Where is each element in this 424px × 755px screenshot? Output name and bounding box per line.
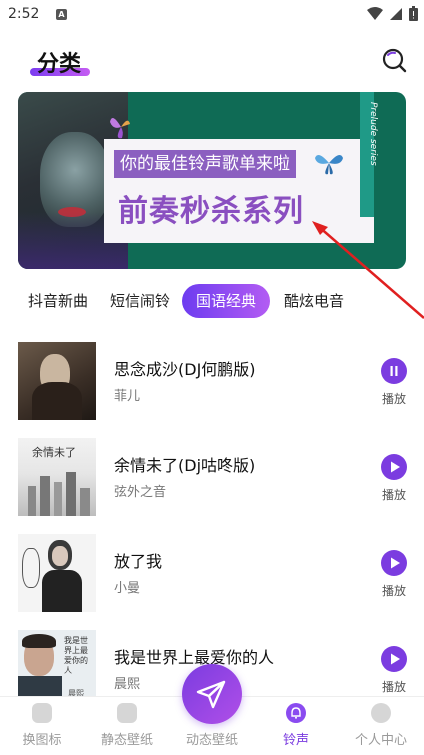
nav-profile[interactable]: 个人中心: [341, 703, 421, 748]
wifi-icon: [367, 6, 383, 20]
nav-label: 动态壁纸: [185, 733, 238, 748]
live-wallpaper-fab[interactable]: [182, 664, 242, 724]
play-icon: [391, 461, 400, 473]
song-artist: 弦外之音: [114, 485, 167, 500]
play-label: 播放: [381, 584, 406, 598]
bell-icon: [286, 703, 306, 723]
status-bar: 2:52 A: [0, 0, 424, 30]
play-button[interactable]: [381, 550, 407, 576]
nav-change-icon[interactable]: 换图标: [2, 703, 82, 748]
swap-icon: [32, 703, 52, 723]
signal-icon: [390, 7, 402, 20]
play-label: 播放: [381, 488, 406, 502]
search-icon: [382, 48, 407, 73]
pause-button[interactable]: [381, 358, 407, 384]
play-button[interactable]: [381, 646, 407, 672]
song-cover: 余情未了: [18, 438, 96, 516]
cover-text: 余情未了: [32, 446, 76, 459]
notification-icon: A: [56, 9, 67, 20]
play-label: 播放: [381, 392, 406, 406]
send-icon: [196, 680, 226, 709]
nav-label: 静态壁纸: [100, 733, 153, 748]
tab-cool-electronic[interactable]: 酷炫电音: [284, 284, 344, 318]
banner[interactable]: Prelude series 你的最佳铃声歌单来啦 前奏秒杀系列: [18, 92, 406, 269]
banner-vertical-text: Prelude series: [368, 102, 378, 166]
search-button[interactable]: [381, 47, 407, 73]
page-title: 分类: [37, 52, 82, 77]
butterfly-icon: [110, 118, 130, 139]
play-icon: [391, 557, 400, 569]
pause-icon: [390, 366, 398, 376]
battery-icon: [409, 6, 418, 21]
song-cover: [18, 534, 96, 612]
nav-label: 换图标: [22, 733, 62, 748]
song-artist: 小曼: [114, 581, 141, 596]
song-title: 放了我: [114, 552, 163, 571]
tab-sms-alarm[interactable]: 短信闹铃: [110, 284, 170, 318]
nav-label: 个人中心: [354, 733, 407, 748]
user-icon: [371, 703, 391, 723]
song-artist: 菲儿: [114, 389, 141, 404]
tab-mandarin-classics[interactable]: 国语经典: [182, 284, 271, 318]
nav-ringtone[interactable]: 铃声: [256, 703, 336, 748]
status-time: 2:52: [8, 6, 40, 22]
nav-label: 铃声: [282, 733, 309, 748]
play-label: 播放: [381, 680, 406, 694]
song-artist: 晨熙: [114, 677, 141, 692]
image-icon: [117, 703, 137, 723]
song-item[interactable]: 思念成沙(DJ何鹏版) 菲儿 播放: [0, 342, 424, 422]
nav-static-wallpaper[interactable]: 静态壁纸: [87, 703, 167, 748]
song-title: 余情未了(Dj咕咚版): [114, 456, 256, 475]
song-item[interactable]: 余情未了 余情未了(Dj咕咚版) 弦外之音 播放: [0, 438, 424, 518]
cover-text: 我是世界上最爱你的人: [64, 636, 88, 675]
song-item[interactable]: 放了我 小曼 播放: [0, 534, 424, 614]
play-icon: [391, 653, 400, 665]
banner-title: 前奏秒杀系列: [118, 194, 304, 229]
song-title: 思念成沙(DJ何鹏版): [114, 360, 256, 379]
banner-subtitle: 你的最佳铃声歌单来啦: [114, 150, 296, 178]
status-icons: [367, 6, 418, 21]
song-cover: [18, 342, 96, 420]
butterfly-icon: [315, 154, 343, 175]
category-tabs: 抖音新曲 短信闹铃 国语经典 酷炫电音: [18, 284, 344, 318]
tab-douyin-new[interactable]: 抖音新曲: [28, 284, 88, 318]
play-button[interactable]: [381, 454, 407, 480]
